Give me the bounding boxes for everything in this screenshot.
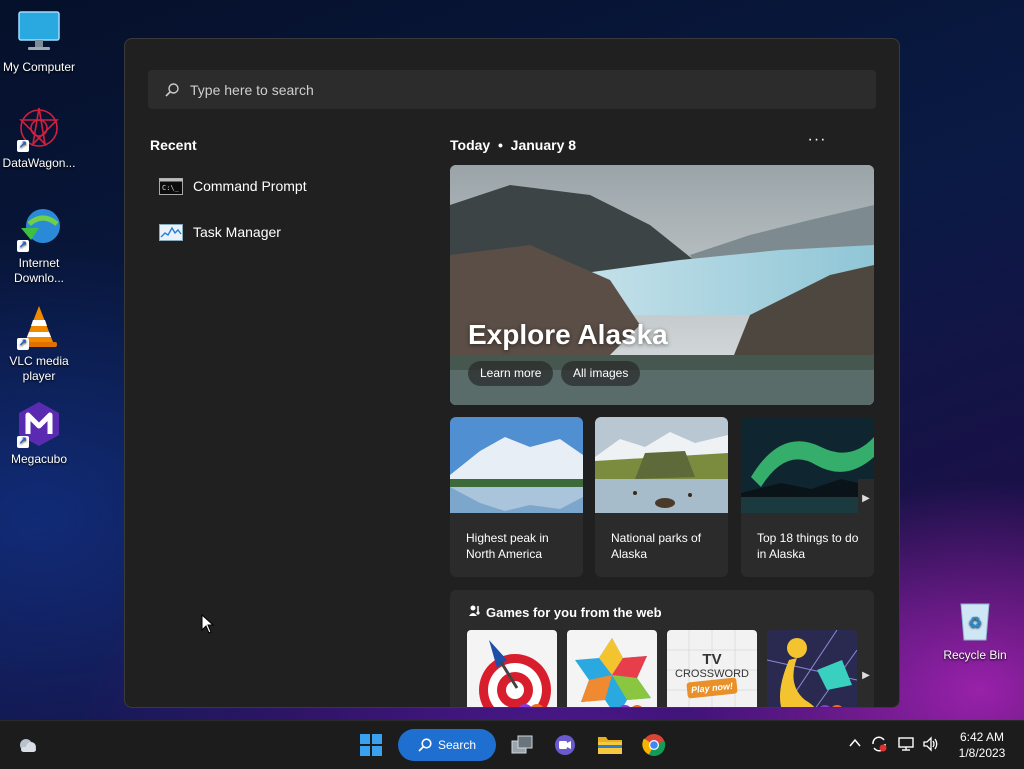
network-icon[interactable] [896, 735, 916, 755]
tile-title-line2: CROSSWORD [675, 668, 749, 680]
desktop-icon-label: Megacubo [10, 452, 68, 466]
taskbar-search-button[interactable]: Search [398, 729, 496, 761]
cloud-icon [20, 739, 36, 752]
folder-icon [598, 737, 622, 754]
games-next-button[interactable]: ▶ [858, 656, 874, 696]
system-clock[interactable]: 6:42 AM 1/8/2023 [947, 729, 1017, 761]
games-people-icon [468, 604, 482, 618]
taskbar-search-label: Search [437, 738, 477, 752]
recent-heading: Recent [150, 137, 197, 153]
mouse-pointer-icon [201, 613, 215, 634]
network-monitor-icon [898, 737, 914, 751]
desktop-icon-my-computer[interactable]: My Computer [0, 8, 78, 75]
chrome-icon [642, 734, 666, 756]
desktop-icon-datawagon[interactable]: ↗ DataWagon... [0, 104, 78, 171]
clock-time: 6:42 AM [959, 730, 1005, 744]
desktop-icon-vlc[interactable]: ↗ VLC media player [0, 302, 78, 384]
desktop-icon-label: Internet Downlo... [13, 256, 65, 285]
today-heading: Today • January 8 [450, 137, 576, 153]
colorful-puzzle-game-tile[interactable] [567, 630, 657, 707]
shortcut-arrow-icon: ↗ [17, 338, 29, 350]
today-label: Today [450, 137, 491, 153]
datawagon-icon: ↗ [15, 104, 63, 152]
start-panel: Recent C:\_ Command Prompt Task Manager … [124, 38, 900, 708]
card-label: National parks of Alaska [611, 531, 702, 561]
weather-widget-button[interactable] [12, 729, 44, 761]
volume-icon[interactable] [921, 735, 941, 755]
card-label: Highest peak in North America [466, 531, 549, 561]
task-manager-icon [159, 223, 183, 241]
shortcut-arrow-icon: ↗ [17, 436, 29, 448]
darts-game-tile[interactable] [467, 630, 557, 707]
recent-item-command-prompt[interactable]: C:\_ Command Prompt [159, 171, 307, 201]
card-top-things[interactable]: Top 18 things to do in Alaska [741, 417, 874, 577]
taskbar: Search 6:42 AM 1/8/2023 [0, 720, 1024, 769]
megacubo-icon: ↗ [15, 400, 63, 448]
desktop-icon-internet-download[interactable]: ↗ Internet Downlo... [0, 204, 78, 286]
search-icon [418, 738, 432, 752]
aurora-image [741, 417, 874, 513]
card-label: Top 18 things to do in Alaska [757, 531, 859, 561]
start-search-box[interactable] [148, 70, 876, 109]
learn-more-button[interactable]: Learn more [468, 361, 554, 386]
search-input[interactable] [190, 81, 790, 98]
bears-river-image [595, 417, 728, 513]
teams-chat-icon [555, 735, 575, 755]
mountain-lake-image [450, 417, 583, 513]
shortcut-arrow-icon: ↗ [17, 140, 29, 152]
file-explorer-button[interactable] [594, 729, 626, 761]
task-view-button[interactable] [506, 729, 538, 761]
svg-text:♻: ♻ [968, 613, 982, 632]
games-title: Games for you from the web [486, 605, 662, 620]
date-label: January 8 [510, 137, 577, 153]
vlc-cone-icon: ↗ [15, 302, 63, 350]
clock-date: 1/8/2023 [958, 746, 1006, 760]
desktop-icon-recycle-bin[interactable]: ♻ Recycle Bin [936, 596, 1014, 663]
runner-game-tile[interactable] [767, 630, 857, 707]
sync-status-icon[interactable] [869, 735, 889, 755]
all-images-button[interactable]: All images [561, 361, 641, 386]
card-national-parks[interactable]: National parks of Alaska [595, 417, 728, 577]
chrome-button[interactable] [638, 729, 670, 761]
shortcut-arrow-icon: ↗ [17, 240, 29, 252]
games-section: Games for you from the web TV CROSSWORD … [450, 590, 874, 707]
chevron-up-icon [849, 738, 861, 747]
cards-next-button[interactable]: ▶ [858, 479, 874, 519]
tile-title-line1: TV [702, 651, 722, 668]
start-button[interactable] [355, 729, 387, 761]
desktop-icon-label: DataWagon... [2, 156, 76, 170]
sync-icon [872, 736, 887, 752]
monitor-icon [15, 8, 63, 56]
windows-logo-icon [360, 734, 382, 756]
desktop-icon-label: My Computer [2, 60, 76, 74]
more-options-button[interactable]: ··· [806, 132, 828, 153]
speaker-icon [923, 736, 938, 752]
bullet-separator: • [494, 137, 507, 153]
recycle-bin-icon: ♻ [951, 596, 999, 644]
show-hidden-icons-chevron[interactable] [845, 735, 865, 755]
desktop-icon-label: Recycle Bin [943, 648, 1007, 662]
desktop-icon-label: VLC media player [9, 354, 69, 383]
desktop-icon-megacubo[interactable]: ↗ Megacubo [0, 400, 78, 467]
hero-title: Explore Alaska [468, 319, 668, 350]
search-icon [165, 82, 179, 97]
command-prompt-icon: C:\_ [159, 177, 183, 195]
recent-item-label: Task Manager [193, 224, 281, 240]
card-highest-peak[interactable]: Highest peak in North America [450, 417, 583, 577]
hero-banner[interactable]: Explore Alaska Learn more All images [450, 165, 874, 405]
svg-text:C:\_: C:\_ [162, 184, 180, 192]
tv-crossword-game-tile[interactable]: TV CROSSWORD Play now! [667, 630, 757, 707]
task-view-icon [511, 735, 533, 754]
recent-item-label: Command Prompt [193, 178, 307, 194]
internet-download-manager-icon: ↗ [15, 204, 63, 252]
teams-chat-button[interactable] [549, 729, 581, 761]
recent-item-task-manager[interactable]: Task Manager [159, 217, 281, 247]
